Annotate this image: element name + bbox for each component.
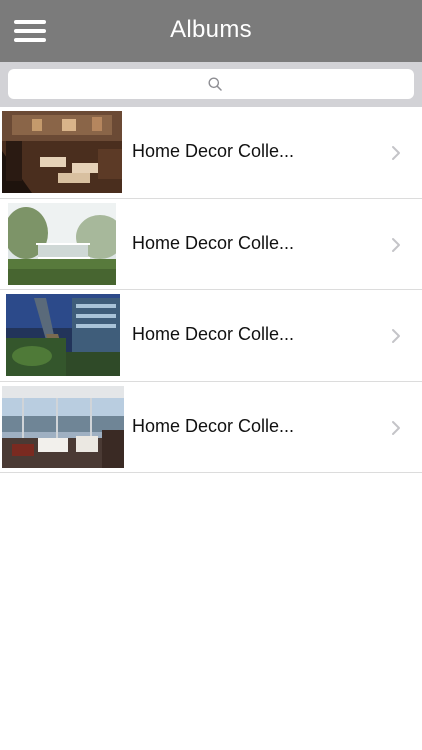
album-list: Home Decor Colle... Home Decor Colle...	[0, 107, 422, 473]
navigation-bar: Albums	[0, 0, 422, 62]
chevron-right-icon	[392, 146, 400, 160]
album-thumbnail	[8, 202, 116, 285]
album-title: Home Decor Colle...	[132, 324, 295, 344]
album-thumbnail	[2, 385, 124, 468]
album-row[interactable]: Home Decor Colle...	[0, 107, 422, 199]
album-row[interactable]: Home Decor Colle...	[0, 290, 422, 382]
page-title: Albums	[170, 16, 252, 43]
chevron-right-icon	[392, 420, 400, 435]
album-row[interactable]: Home Decor Colle...	[0, 381, 422, 473]
search-input[interactable]	[8, 69, 414, 99]
album-title: Home Decor Colle...	[132, 232, 295, 253]
album-thumbnail	[2, 111, 122, 193]
chevron-right-icon	[392, 237, 400, 252]
chevron-right-icon	[392, 329, 400, 343]
album-title: Home Decor Colle...	[132, 415, 295, 436]
album-row[interactable]: Home Decor Colle...	[0, 198, 422, 290]
search-bar	[0, 62, 422, 107]
album-title: Home Decor Colle...	[132, 141, 295, 161]
search-icon	[208, 77, 222, 91]
album-thumbnail	[6, 294, 120, 376]
